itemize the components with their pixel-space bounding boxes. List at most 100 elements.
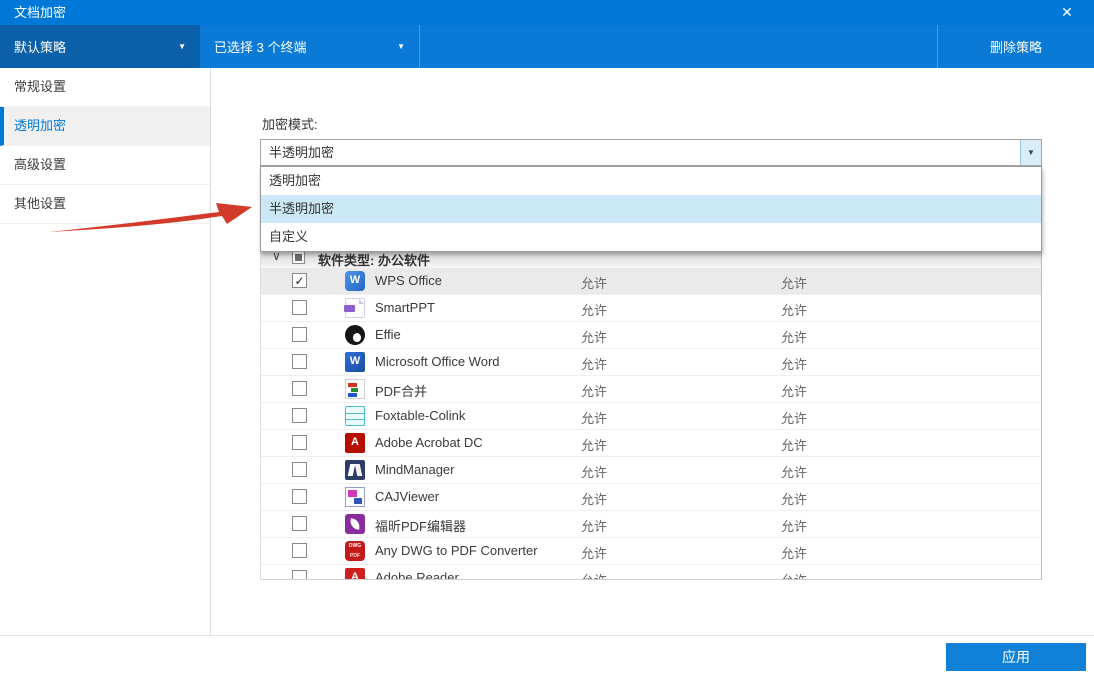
software-name: Effie [375, 327, 401, 342]
permission-value-2: 允许 [781, 435, 807, 454]
permission-value-2: 允许 [781, 408, 807, 427]
mindmanager-icon [345, 460, 365, 480]
software-name: WPS Office [375, 273, 442, 288]
group-checkbox[interactable] [292, 251, 305, 264]
permission-value-1: 允许 [581, 543, 607, 562]
permission-value-1: 允许 [581, 354, 607, 373]
delete-policy-button[interactable]: 删除策略 [937, 25, 1094, 68]
terminal-selector-label: 已选择 3 个终端 [214, 37, 306, 56]
adobe-reader-icon [345, 568, 365, 580]
permission-value-1: 允许 [581, 489, 607, 508]
encryption-mode-value: 半透明加密 [269, 140, 334, 165]
permission-value-2: 允许 [781, 516, 807, 535]
permission-value-1: 允许 [581, 381, 607, 400]
cajviewer-icon [345, 487, 365, 507]
software-name: Foxtable-Colink [375, 408, 465, 423]
table-row[interactable]: Any DWG to PDF Converter允许允许 [261, 538, 1041, 565]
software-name: CAJViewer [375, 489, 439, 504]
permission-value-2: 允许 [781, 354, 807, 373]
anydwg-icon [345, 541, 365, 561]
checkbox-unchecked[interactable] [292, 516, 307, 531]
permission-value-2: 允许 [781, 300, 807, 319]
foxtable-icon [345, 406, 365, 426]
policy-selector[interactable]: 默认策略 ▼ [0, 25, 200, 68]
permission-value-1: 允许 [581, 516, 607, 535]
checkbox-unchecked[interactable] [292, 435, 307, 450]
toolbar-spacer [420, 25, 937, 68]
checkbox-unchecked[interactable] [292, 327, 307, 342]
foxit-pdf-icon [345, 514, 365, 534]
close-icon[interactable]: ✕ [1054, 0, 1080, 25]
ms-word-icon [345, 352, 365, 372]
document-encryption-dialog: 文档加密 ✕ 默认策略 ▼ 已选择 3 个终端 ▼ 删除策略 常规设置透明加密高… [0, 0, 1094, 678]
sidebar-item-0[interactable]: 常规设置 [0, 68, 210, 107]
software-name: PDF合并 [375, 381, 427, 400]
table-row[interactable]: Adobe Acrobat DC允许允许 [261, 430, 1041, 457]
permission-value-2: 允许 [781, 489, 807, 508]
sidebar-divider [210, 68, 211, 635]
software-permission-table: ∨ 软件类型: 办公软件 ✓WPS Office允许允许SmartPPT允许允许… [260, 246, 1042, 580]
encryption-mode-select[interactable]: 半透明加密 ▼ [260, 139, 1042, 166]
encryption-mode-label: 加密模式: [262, 114, 318, 133]
permission-value-1: 允许 [581, 570, 607, 580]
checkbox-unchecked[interactable] [292, 489, 307, 504]
table-row[interactable]: CAJViewer 允许 允许 [261, 484, 1041, 511]
checkbox-unchecked[interactable] [292, 462, 307, 477]
permission-value-2: 允许 [781, 273, 807, 292]
toolbar: 默认策略 ▼ 已选择 3 个终端 ▼ 删除策略 [0, 25, 1094, 68]
delete-policy-label: 删除策略 [990, 37, 1042, 56]
software-group-label: 软件类型: 办公软件 [318, 250, 430, 269]
smartppt-icon [345, 298, 365, 318]
policy-selector-label: 默认策略 [14, 37, 66, 56]
software-name: SmartPPT [375, 300, 435, 315]
footer-divider [0, 635, 1094, 636]
checkbox-unchecked[interactable] [292, 300, 307, 315]
table-row[interactable]: Foxtable-Colink 允许 允许 [261, 403, 1041, 430]
checkbox-unchecked[interactable] [292, 354, 307, 369]
permission-value-1: 允许 [581, 300, 607, 319]
table-row[interactable]: Microsoft Office Word 允许 允许 [261, 349, 1041, 376]
chevron-down-icon: ▼ [178, 42, 186, 51]
software-name: Any DWG to PDF Converter [375, 543, 538, 558]
apply-button[interactable]: 应用 [946, 643, 1086, 671]
software-name: Adobe Reader [375, 570, 459, 580]
table-row[interactable]: PDF合并 允许 允许 [261, 376, 1041, 403]
permission-value-2: 允许 [781, 327, 807, 346]
table-row[interactable]: MindManager允许允许 [261, 457, 1041, 484]
chevron-down-icon: ▼ [1027, 148, 1035, 157]
permission-value-2: 允许 [781, 462, 807, 481]
checkbox-unchecked[interactable] [292, 543, 307, 558]
software-name: 福昕PDF编辑器 [375, 516, 466, 535]
title-bar: 文档加密 ✕ [0, 0, 1094, 25]
permission-value-1: 允许 [581, 408, 607, 427]
checkbox-unchecked[interactable] [292, 381, 307, 396]
permission-value-2: 允许 [781, 381, 807, 400]
table-row[interactable]: SmartPPT 允许 允许 [261, 295, 1041, 322]
table-row[interactable]: Adobe Reader 允许 允许 [261, 565, 1041, 580]
software-name: Adobe Acrobat DC [375, 435, 483, 450]
sidebar-item-3[interactable]: 其他设置 [0, 185, 210, 224]
table-row[interactable]: ✓ WPS Office 允许 允许 [261, 268, 1041, 295]
encryption-mode-dropdown-list: 透明加密半透明加密自定义 [260, 166, 1042, 252]
wps-office-icon [345, 271, 365, 291]
mode-option-1[interactable]: 半透明加密 [261, 195, 1041, 223]
checkbox-unchecked[interactable] [292, 570, 307, 580]
software-name: Microsoft Office Word [375, 354, 500, 369]
terminal-selector[interactable]: 已选择 3 个终端 ▼ [200, 25, 420, 68]
mode-option-0[interactable]: 透明加密 [261, 167, 1041, 195]
table-row[interactable]: Effie 允许 允许 [261, 322, 1041, 349]
permission-value-2: 允许 [781, 570, 807, 580]
sidebar-item-1[interactable]: 透明加密 [0, 107, 210, 146]
pdf-merge-icon [345, 379, 365, 399]
select-dropdown-button[interactable]: ▼ [1020, 140, 1041, 165]
settings-sidebar: 常规设置透明加密高级设置其他设置 [0, 68, 210, 635]
table-row[interactable]: 福昕PDF编辑器 允许 允许 [261, 511, 1041, 538]
checkbox-checked[interactable]: ✓ [292, 273, 307, 288]
permission-value-1: 允许 [581, 273, 607, 292]
sidebar-item-2[interactable]: 高级设置 [0, 146, 210, 185]
window-title: 文档加密 [14, 5, 66, 20]
permission-value-1: 允许 [581, 327, 607, 346]
checkbox-unchecked[interactable] [292, 408, 307, 423]
mode-option-2[interactable]: 自定义 [261, 223, 1041, 251]
indeterminate-mark [295, 254, 302, 261]
